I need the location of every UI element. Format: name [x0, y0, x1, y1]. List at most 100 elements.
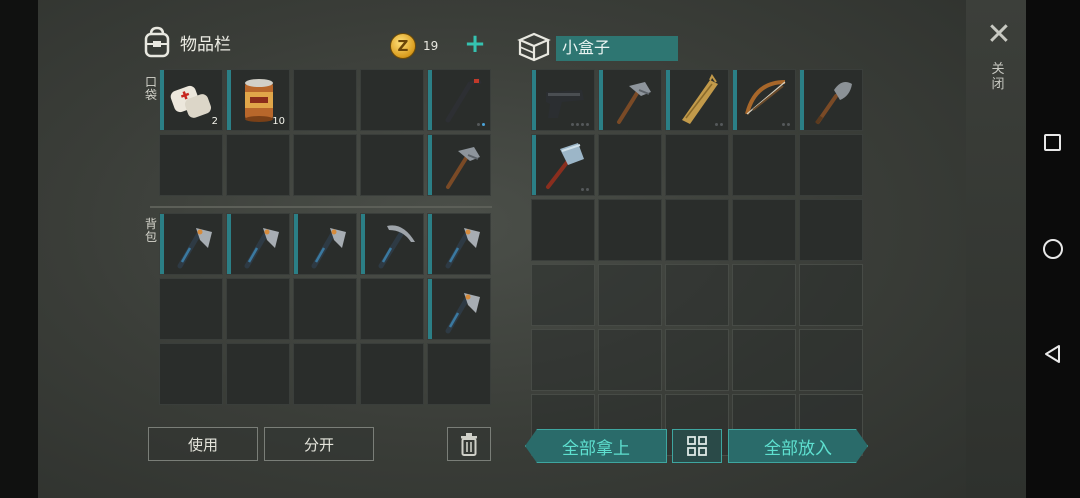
empty-slot[interactable] — [665, 329, 729, 391]
sledgehammer-icon — [546, 143, 584, 189]
item-slot[interactable] — [427, 69, 491, 131]
empty-slot[interactable] — [360, 343, 424, 405]
use-button[interactable]: 使用 — [148, 427, 258, 461]
hammer-icon — [617, 82, 651, 124]
empty-slot[interactable] — [732, 134, 796, 196]
coin-count: 19 — [423, 39, 439, 53]
durability-dots — [782, 123, 790, 126]
empty-slot[interactable] — [598, 199, 662, 261]
durability-dots — [571, 123, 589, 126]
empty-slot[interactable] — [226, 343, 290, 405]
item-slot[interactable] — [598, 69, 662, 131]
empty-slot[interactable] — [732, 199, 796, 261]
hammer-icon — [446, 147, 480, 189]
item-slot[interactable] — [226, 213, 290, 275]
axe-icon — [177, 228, 212, 269]
backpack-icon — [144, 26, 170, 58]
bandage-icon — [170, 85, 212, 118]
durability-dots — [581, 188, 589, 191]
put-all-button[interactable]: 全部放入 — [728, 429, 868, 463]
empty-slot[interactable] — [159, 343, 223, 405]
shovel-icon — [815, 82, 852, 125]
section-divider — [150, 206, 492, 208]
item-slot[interactable] — [665, 69, 729, 131]
home-icon[interactable] — [1043, 239, 1063, 259]
item-slot[interactable] — [427, 213, 491, 275]
durability-dots — [715, 123, 723, 126]
coin-icon: Z — [390, 33, 416, 59]
inventory-title: 物品栏 — [180, 34, 231, 55]
item-slot[interactable] — [799, 69, 863, 131]
item-count: 10 — [272, 116, 285, 127]
empty-slot[interactable] — [665, 264, 729, 326]
empty-slot[interactable] — [799, 264, 863, 326]
item-slot[interactable]: 2 — [159, 69, 223, 131]
pocket-grid: 2 10 — [159, 69, 491, 196]
add-coins-button[interactable]: + — [464, 31, 486, 57]
empty-slot[interactable] — [360, 134, 424, 196]
trash-button[interactable] — [447, 427, 491, 461]
grid-sort-icon — [687, 436, 707, 456]
container-grid — [531, 69, 863, 456]
left-edge — [0, 0, 38, 498]
bow-icon — [745, 80, 786, 115]
axe-icon — [244, 228, 279, 269]
empty-slot[interactable] — [531, 329, 595, 391]
pistol-icon — [546, 90, 584, 118]
item-count: 2 — [211, 116, 218, 127]
empty-slot[interactable] — [665, 134, 729, 196]
empty-slot[interactable] — [665, 199, 729, 261]
empty-slot[interactable] — [598, 134, 662, 196]
split-button[interactable]: 分开 — [264, 427, 374, 461]
trash-icon — [461, 433, 477, 456]
crowbar-icon — [445, 77, 482, 123]
item-slot[interactable] — [159, 213, 223, 275]
empty-slot[interactable] — [732, 329, 796, 391]
empty-slot[interactable] — [799, 134, 863, 196]
empty-slot[interactable] — [226, 278, 290, 340]
empty-slot[interactable] — [799, 199, 863, 261]
pickaxe-icon — [378, 225, 415, 269]
empty-slot[interactable] — [427, 343, 491, 405]
take-all-button[interactable]: 全部拿上 — [525, 429, 667, 463]
empty-slot[interactable] — [159, 134, 223, 196]
item-slot[interactable] — [427, 278, 491, 340]
empty-slot[interactable] — [732, 264, 796, 326]
axe-icon — [445, 293, 480, 334]
empty-slot[interactable] — [293, 134, 357, 196]
close-icon[interactable]: ✕ — [984, 20, 1014, 50]
empty-slot[interactable] — [293, 69, 357, 131]
empty-slot[interactable] — [360, 69, 424, 131]
box-icon — [517, 32, 551, 62]
backpack-label: 背包 — [144, 217, 157, 244]
empty-slot[interactable] — [293, 343, 357, 405]
empty-slot[interactable] — [226, 134, 290, 196]
back-icon[interactable] — [1043, 344, 1063, 364]
empty-slot[interactable] — [531, 199, 595, 261]
recent-apps-icon[interactable] — [1044, 134, 1061, 151]
wood-plank-icon — [682, 74, 718, 124]
empty-slot[interactable] — [598, 264, 662, 326]
sort-button[interactable] — [672, 429, 722, 463]
item-slot[interactable] — [293, 213, 357, 275]
close-label[interactable]: 关闭 — [990, 62, 1006, 92]
inventory-header: 物品栏 — [142, 26, 231, 58]
item-slot[interactable] — [531, 134, 595, 196]
empty-slot[interactable] — [360, 278, 424, 340]
empty-slot[interactable] — [598, 329, 662, 391]
empty-slot[interactable] — [293, 278, 357, 340]
item-slot[interactable] — [531, 69, 595, 131]
empty-slot[interactable] — [159, 278, 223, 340]
item-slot[interactable]: 10 — [226, 69, 290, 131]
item-slot[interactable] — [427, 134, 491, 196]
durability-dots — [477, 123, 485, 126]
backpack-grid — [159, 213, 491, 405]
axe-icon — [311, 228, 346, 269]
container-name[interactable]: 小盒子 — [556, 36, 678, 61]
axe-icon — [445, 228, 480, 269]
item-slot[interactable] — [360, 213, 424, 275]
pocket-label: 口袋 — [144, 75, 157, 102]
empty-slot[interactable] — [531, 264, 595, 326]
empty-slot[interactable] — [799, 329, 863, 391]
item-slot[interactable] — [732, 69, 796, 131]
